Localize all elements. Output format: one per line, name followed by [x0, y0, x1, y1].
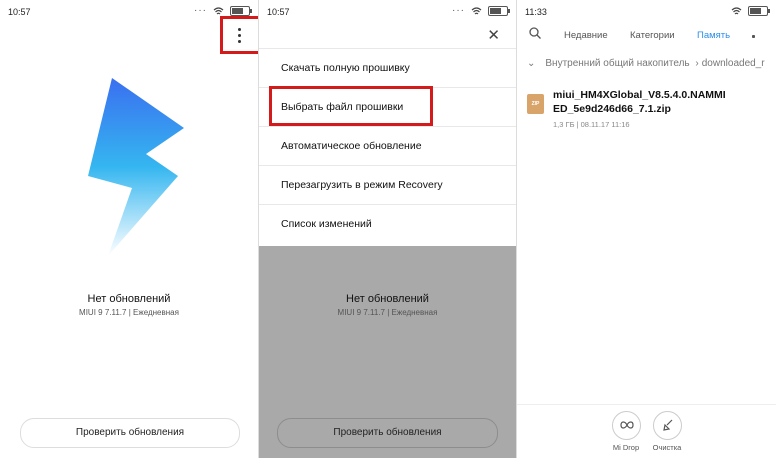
updater-screen: 10:57 ··· Нет обновлений MIUI 9 7.11.7 |… [0, 0, 258, 458]
file-meta: 1,3 ГБ | 08.11.17 11:16 [553, 120, 630, 129]
file-manager-screen: 11:33 Недавние Категории Память ⌄ Внутрен… [517, 0, 776, 458]
mi-drop-button[interactable] [612, 411, 641, 440]
file-name: miui_HM4XGlobal_V8.5.4.0.NAMMI ED_5e9d24… [553, 88, 773, 116]
chevron-right-icon: › [695, 58, 699, 69]
file-name-line1: miui_HM4XGlobal_V8.5.4.0.NAMMI [553, 89, 726, 101]
bottom-action-bar: Mi Drop Очистка [517, 404, 776, 458]
menu-item-changelog[interactable]: Список изменений [259, 204, 516, 243]
infinity-icon [619, 421, 634, 429]
search-icon[interactable] [529, 27, 541, 39]
highlight-box-menu [220, 16, 258, 54]
tab-recent[interactable]: Недавние [564, 30, 608, 41]
dim-overlay: Нет обновлений MIUI 9 7.11.7 | Ежедневна… [259, 246, 516, 458]
tab-bar: Недавние Категории Память [517, 24, 776, 46]
status-time: 10:57 [8, 7, 31, 17]
battery-icon [748, 6, 770, 16]
wifi-icon [731, 6, 742, 14]
no-updates-title: Нет обновлений [346, 293, 429, 305]
breadcrumb-child[interactable]: downloaded_r [702, 58, 765, 69]
status-bar: 11:33 [517, 0, 776, 24]
status-icons: ··· [452, 5, 510, 16]
status-icons: ··· [194, 5, 252, 16]
close-icon[interactable]: ✕ [487, 26, 500, 44]
updater-menu-screen: 10:57 ··· ✕ Скачать полную прошивку Выбр… [259, 0, 516, 458]
check-updates-button[interactable]: Проверить обновления [20, 418, 240, 448]
breadcrumb-root[interactable]: Внутренний общий накопитель [545, 58, 689, 69]
menu-item-auto-update[interactable]: Автоматическое обновление [259, 126, 516, 165]
highlight-box-choose-file [269, 86, 433, 126]
status-icons [731, 6, 770, 16]
tab-storage[interactable]: Память [697, 30, 730, 41]
status-time: 11:33 [525, 7, 547, 17]
file-name-line2: ED_5e9d246d66_7.1.zip [553, 103, 671, 115]
status-bar: 10:57 ··· [259, 0, 516, 24]
wifi-icon [213, 6, 224, 14]
notification-dots-icon: ··· [194, 5, 207, 16]
breadcrumb: ⌄ Внутренний общий накопитель › downloaded… [527, 58, 765, 69]
version-label: MIUI 9 7.11.7 | Ежедневная [79, 308, 179, 317]
battery-icon [488, 6, 510, 16]
battery-icon [230, 6, 252, 16]
menu-item-download-full[interactable]: Скачать полную прошивку [259, 48, 516, 87]
cleanup-button[interactable] [653, 411, 682, 440]
tab-categories[interactable]: Категории [630, 30, 675, 41]
check-updates-button[interactable]: Проверить обновления [277, 418, 498, 448]
notification-dots-icon: ··· [452, 5, 465, 16]
wifi-icon [471, 6, 482, 14]
options-menu: Скачать полную прошивку Выбрать файл про… [259, 48, 516, 243]
broom-icon [662, 419, 672, 431]
chevron-down-icon[interactable]: ⌄ [527, 58, 535, 69]
lightning-bolt-icon [88, 78, 184, 256]
menu-item-reboot-recovery[interactable]: Перезагрузить в режим Recovery [259, 165, 516, 204]
status-time: 10:57 [267, 7, 290, 17]
cleanup-label: Очистка [652, 443, 682, 452]
zip-file-icon: ZIP [527, 94, 544, 114]
version-label: MIUI 9 7.11.7 | Ежедневная [337, 308, 438, 317]
no-updates-title: Нет обновлений [87, 293, 171, 305]
